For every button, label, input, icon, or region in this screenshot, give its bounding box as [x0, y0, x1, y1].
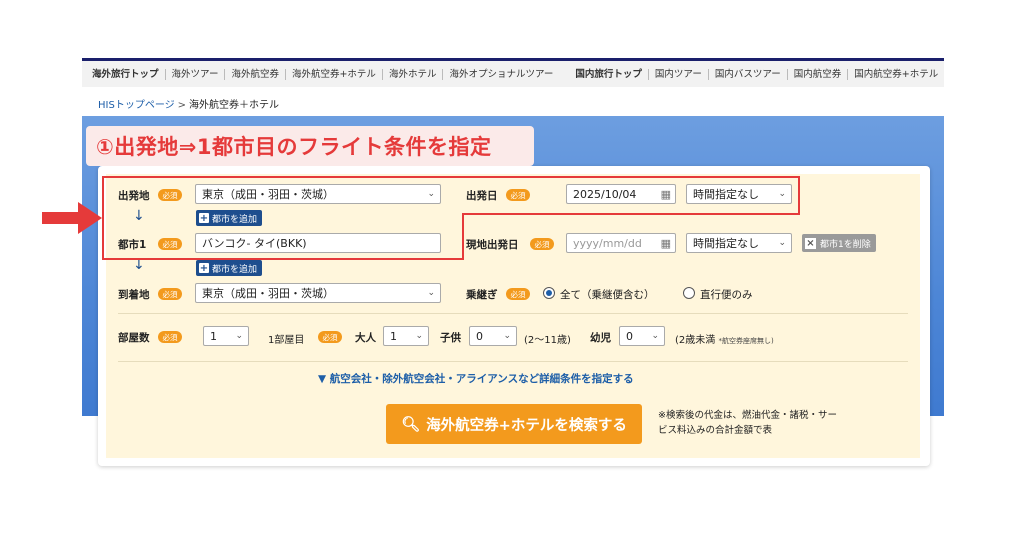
room1-label: 1部屋目	[268, 335, 305, 346]
highlight-box-top	[102, 176, 800, 215]
annotation-banner: ①出発地⇒1都市目のフライト条件を指定	[86, 126, 534, 166]
adult-value: 1	[390, 329, 397, 343]
price-note: ※検索後の代金は、燃油代金・諸税・サービス料込みの合計金額で表	[658, 410, 837, 436]
nav-overseas-top[interactable]: 海外旅行トップ	[86, 69, 165, 80]
nav-overseas-hotel[interactable]: 海外ホテル	[381, 68, 443, 80]
rooms-label: 部屋数	[118, 332, 150, 344]
local-date-label: 現地出発日	[466, 239, 519, 251]
local-time-value: 時間指定なし	[693, 237, 759, 250]
transfer-all-radio[interactable]	[543, 287, 555, 299]
transfer-all-label: 全て（乗継便含む）	[560, 289, 655, 301]
search-icon: 🔍︎	[401, 415, 421, 433]
required-badge: 必須	[158, 288, 182, 300]
transfer-direct-radio[interactable]	[683, 287, 695, 299]
child-value: 0	[476, 329, 483, 343]
required-badge: 必須	[530, 238, 554, 250]
breadcrumb-separator: >	[177, 100, 187, 111]
infant-select[interactable]: 0 ⌄	[619, 326, 665, 346]
search-button[interactable]: 🔍︎ 海外航空券+ホテルを検索する	[386, 404, 642, 444]
add-city-label: 都市を追加	[212, 264, 258, 275]
transfer-direct-label: 直行便のみ	[700, 289, 753, 301]
pointer-arrow-icon	[42, 202, 102, 234]
nav-domestic-air[interactable]: 国内航空券	[786, 68, 848, 80]
highlight-box-bottom	[102, 213, 464, 260]
nav-overseas-tour[interactable]: 海外ツアー	[164, 68, 225, 80]
breadcrumb: HISトップページ > 海外航空券＋ホテル	[98, 96, 279, 111]
global-nav: 海外旅行トップ 海外ツアー 海外航空券 海外航空券+ホテル 海外ホテル 海外オプ…	[82, 61, 944, 87]
delete-city-button[interactable]: × 都市1を削除	[802, 234, 876, 252]
calendar-icon[interactable]: ▦	[661, 237, 671, 250]
child-label: 子供	[440, 332, 461, 344]
breadcrumb-home[interactable]: HISトップページ	[98, 100, 175, 111]
search-button-label: 海外航空券+ホテルを検索する	[426, 417, 627, 434]
local-date-input[interactable]: yyyy/mm/dd ▦	[566, 233, 676, 253]
rooms-value: 1	[210, 329, 217, 343]
add-city-button[interactable]: + 都市を追加	[196, 260, 263, 276]
detail-conditions-link[interactable]: ▼ 航空会社・除外航空会社・アライアンスなど詳細条件を指定する	[318, 371, 634, 386]
infant-note: (2歳未満	[675, 335, 716, 346]
arrival-label: 到着地	[118, 289, 150, 301]
local-time-select[interactable]: 時間指定なし ⌄	[686, 233, 792, 253]
nav-domestic-tour[interactable]: 国内ツアー	[647, 68, 708, 80]
close-icon: ×	[805, 237, 816, 249]
chevron-down-icon: ⌄	[651, 331, 659, 341]
nav-overseas-air-hotel[interactable]: 海外航空券+ホテル	[284, 68, 382, 80]
chevron-down-icon: ⌄	[235, 331, 243, 341]
required-badge: 必須	[158, 331, 182, 343]
highlight-box-step	[462, 213, 800, 216]
arrival-select[interactable]: 東京（成田・羽田・茨城） ⌄	[195, 283, 441, 303]
infant-age-note: (2歳未満 *航空券座席無し)	[675, 331, 774, 346]
chevron-down-icon: ⌄	[427, 288, 435, 298]
infant-value: 0	[626, 329, 633, 343]
nav-domestic-top[interactable]: 国内旅行トップ	[569, 69, 648, 80]
nav-overseas-optional[interactable]: 海外オプショナルツアー	[442, 68, 559, 80]
divider	[118, 361, 908, 362]
rooms-select[interactable]: 1 ⌄	[203, 326, 249, 346]
adult-label: 大人	[355, 332, 376, 344]
required-badge: 必須	[318, 331, 342, 343]
local-date-placeholder: yyyy/mm/dd	[573, 236, 642, 250]
required-badge: 必須	[506, 288, 530, 300]
nav-domestic-bus[interactable]: 国内バスツアー	[707, 68, 787, 80]
adult-select[interactable]: 1 ⌄	[383, 326, 429, 346]
chevron-down-icon: ⌄	[503, 331, 511, 341]
divider	[118, 313, 908, 314]
child-age-note: (2〜11歳)	[524, 335, 571, 346]
chevron-down-icon: ⌄	[415, 331, 423, 341]
chevron-down-icon: ⌄	[778, 238, 786, 248]
nav-domestic-air-hotel[interactable]: 国内航空券+ホテル	[847, 68, 944, 80]
delete-city-label: 都市1を削除	[820, 239, 871, 250]
infant-label: 幼児	[590, 332, 611, 344]
arrival-value: 東京（成田・羽田・茨城）	[202, 287, 334, 300]
transfer-label: 乗継ぎ	[466, 289, 498, 301]
infant-subnote: *航空券座席無し)	[718, 337, 774, 345]
child-select[interactable]: 0 ⌄	[469, 326, 517, 346]
plus-icon: +	[199, 262, 209, 274]
breadcrumb-current: 海外航空券＋ホテル	[189, 100, 280, 111]
nav-overseas-air[interactable]: 海外航空券	[224, 68, 285, 80]
